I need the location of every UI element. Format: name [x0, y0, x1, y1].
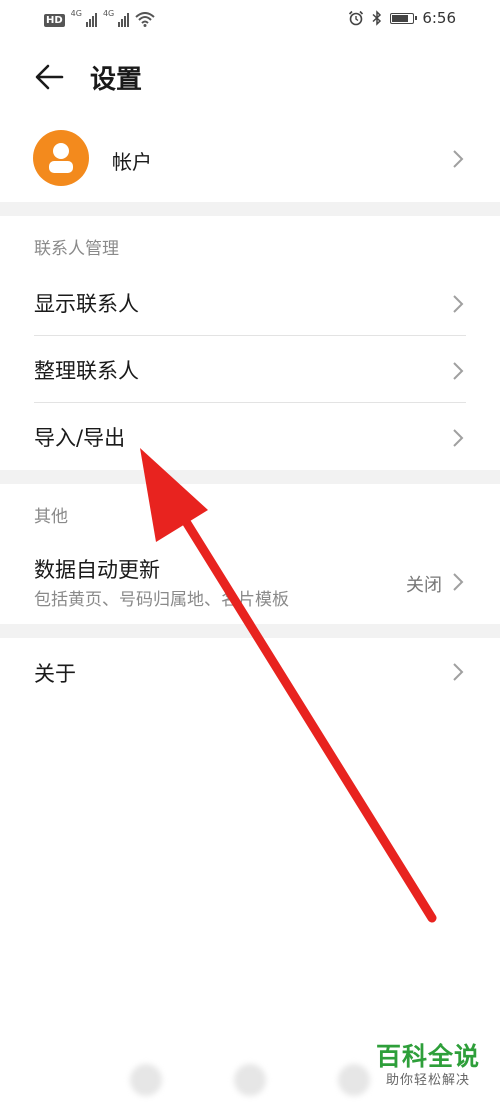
chevron-right-icon — [453, 362, 464, 380]
section-header-other: 其他 — [34, 507, 68, 527]
organize-contacts-row[interactable]: 整理联系人 — [0, 337, 500, 403]
account-label: 帐户 — [112, 150, 152, 174]
nav-back-icon[interactable] — [130, 1064, 162, 1096]
wifi-icon — [135, 12, 155, 27]
status-right-indicators: 6:56 — [348, 9, 456, 27]
person-icon — [49, 143, 73, 173]
watermark-subtitle: 助你轻松解决 — [385, 1073, 470, 1088]
signal-1-icon — [85, 13, 97, 27]
bluetooth-icon — [372, 10, 382, 26]
back-arrow-icon[interactable] — [34, 63, 64, 91]
row-divider — [34, 335, 466, 336]
chevron-right-icon — [453, 573, 464, 591]
network-type-1: 4G — [70, 9, 82, 18]
watermark-title: 百科全说 — [375, 1042, 480, 1071]
display-contacts-row[interactable]: 显示联系人 — [0, 270, 500, 336]
row-subtitle: 包括黄页、号码归属地、名片模板 — [34, 590, 289, 610]
nav-home-icon[interactable] — [234, 1064, 266, 1096]
avatar — [33, 130, 89, 186]
app-header: 设置 — [0, 52, 500, 102]
network-type-2: 4G — [102, 9, 115, 18]
import-export-row[interactable]: 导入/导出 — [0, 404, 500, 470]
chevron-right-icon — [453, 663, 464, 681]
row-label: 整理联系人 — [34, 359, 139, 383]
chevron-right-icon — [453, 295, 464, 313]
status-bar: HD 4G 4G 6:56 — [0, 0, 500, 36]
alarm-icon — [349, 10, 364, 26]
row-value: 关闭 — [406, 575, 442, 596]
chevron-right-icon — [453, 150, 464, 168]
section-divider — [0, 624, 500, 638]
status-time: 6:56 — [422, 9, 456, 27]
account-row[interactable]: 帐户 — [0, 124, 500, 194]
signal-2-icon — [118, 13, 130, 27]
hd-badge: HD — [44, 14, 65, 27]
auto-update-row[interactable]: 数据自动更新 包括黄页、号码归属地、名片模板 关闭 — [0, 538, 500, 622]
row-label: 导入/导出 — [34, 426, 126, 450]
nav-recent-icon[interactable] — [338, 1064, 370, 1096]
section-divider — [0, 470, 500, 484]
row-divider — [34, 402, 466, 403]
chevron-right-icon — [453, 429, 464, 447]
about-row[interactable]: 关于 — [0, 638, 500, 704]
page-title: 设置 — [90, 65, 143, 95]
row-label: 数据自动更新 — [34, 558, 160, 582]
status-left-indicators: HD 4G 4G — [44, 10, 155, 27]
row-label: 显示联系人 — [34, 292, 139, 316]
watermark: 百科全说 助你轻松解决 — [372, 1042, 484, 1090]
section-header-contacts: 联系人管理 — [34, 239, 119, 259]
battery-icon — [390, 12, 418, 24]
section-divider — [0, 202, 500, 216]
row-label: 关于 — [34, 662, 76, 686]
